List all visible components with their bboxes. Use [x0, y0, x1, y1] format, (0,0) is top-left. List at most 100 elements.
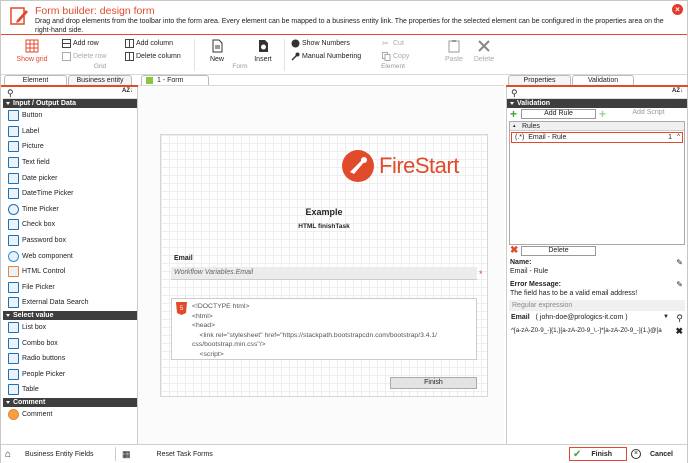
firestart-logo: FireStart — [341, 149, 459, 183]
delete-x-icon: ✖ — [510, 245, 519, 256]
toolbox-list: Input / Output Data Button Label Picture Tex… — [3, 99, 137, 422]
regex-input[interactable]: ^[a-zA-Z0-9_-]{1,}[a-zA-Z0-9_\.-]*[a-zA-… — [507, 326, 687, 339]
html-code-line: <!DOCTYPE html> — [192, 303, 250, 310]
form-group-label: Form — [232, 63, 248, 70]
form-builder-icon — [10, 7, 28, 25]
email-field[interactable]: Workflow Variables.Email — [171, 267, 477, 280]
add-rule-button[interactable]: Add Rule — [521, 109, 596, 119]
html-icon — [8, 266, 19, 278]
add-row-button[interactable]: Add row — [62, 39, 99, 48]
delete-rule-row: ✖ Delete — [507, 245, 687, 257]
delete-row-button[interactable]: Delete row — [62, 52, 106, 61]
show-numbers-button[interactable]: Show Numbers — [291, 39, 350, 48]
delete-label: Delete — [473, 56, 495, 63]
toolbox-section-header[interactable]: Select value — [3, 310, 137, 320]
toolbox-item-combo-box[interactable]: Combo box — [3, 335, 137, 351]
reset-task-forms-label: Reset Task Forms — [156, 450, 213, 458]
toolbox-item-table[interactable]: Table — [3, 382, 137, 398]
add-script-button[interactable]: Add Script — [612, 109, 685, 119]
toolbox-item-label: External Data Search — [22, 299, 89, 307]
delete-column-label: Delete column — [136, 53, 181, 60]
toolbox-item-list-box[interactable]: List box — [3, 320, 137, 336]
list-icon — [8, 322, 19, 334]
show-grid-button[interactable]: Show grid — [14, 39, 50, 63]
toolbox-item-file-picker[interactable]: File Picker — [3, 280, 137, 296]
toolbox-item-text-field[interactable]: Text field — [3, 155, 137, 171]
toolbox-item-label[interactable]: Label — [3, 124, 137, 140]
rule-number: 1 — [668, 134, 672, 141]
add-row-icon — [62, 39, 71, 48]
radio-icon — [8, 353, 19, 365]
combo-icon — [8, 337, 19, 349]
check-icon: ✔ — [573, 448, 582, 460]
delete-row-icon — [62, 52, 71, 61]
error-message-value: The field has to be a valid email addres… — [510, 290, 638, 297]
toolbox-item-label: Picture — [22, 143, 44, 151]
toolbox-item-label: Combo box — [22, 339, 58, 347]
file-icon — [8, 281, 19, 293]
add-column-button[interactable]: Add column — [125, 39, 173, 48]
new-document-icon — [212, 39, 223, 53]
chevron-up-icon[interactable]: ^ — [677, 133, 680, 142]
delete-rule-button[interactable]: Delete — [521, 246, 596, 256]
reset-task-forms-button[interactable]: ▦ Reset Task Forms — [122, 447, 213, 461]
form-tab-label: 1 - Form — [157, 77, 184, 84]
paste-button[interactable]: Paste — [443, 39, 465, 63]
business-entity-fields-button[interactable]: ⌂ Business Entity Fields — [5, 447, 94, 461]
toolbox-item-button[interactable]: Button — [3, 108, 137, 124]
toolbox-item-date-picker[interactable]: Date picker — [3, 170, 137, 186]
clock-icon — [8, 203, 19, 215]
cancel-button[interactable]: × Cancel — [631, 447, 673, 461]
toolbox-item-picture[interactable]: Picture — [3, 139, 137, 155]
copy-button[interactable]: Copy — [382, 52, 409, 61]
toolbox-section-header[interactable]: Comment — [3, 397, 137, 407]
html-code-line: <html> — [192, 312, 213, 320]
toolbox-item-external-data-search[interactable]: External Data Search — [3, 295, 137, 311]
search-icon[interactable]: ⚲ — [511, 88, 518, 99]
toolbox-item-radio-buttons[interactable]: Radio buttons — [3, 351, 137, 367]
new-button[interactable]: New — [206, 39, 228, 63]
delete-button[interactable]: Delete — [473, 39, 495, 63]
firestart-logo-icon — [342, 150, 374, 182]
manual-numbering-label: Manual Numbering — [302, 53, 362, 60]
toolbox-section-header[interactable]: Input / Output Data — [3, 99, 137, 108]
name-value: Email - Rule — [510, 268, 549, 275]
toolbox-item-html-control[interactable]: HTML Control — [3, 264, 137, 280]
pencil-icon[interactable]: ✎ — [676, 280, 683, 289]
toolbox-item-time-picker[interactable]: Time Picker — [3, 202, 137, 218]
center-tab-underline — [138, 85, 504, 86]
cut-label: Cut — [393, 40, 404, 47]
manual-numbering-button[interactable]: Manual Numbering — [291, 52, 361, 61]
html-control[interactable]: 5 <!DOCTYPE html> <html> <head> <link rel=… — [171, 298, 477, 360]
email-field-value: Workflow Variables.Email — [174, 269, 254, 276]
dropdown-arrow-icon[interactable]: ▼ — [663, 314, 669, 320]
toolbox-item-people-picker[interactable]: People Picker — [3, 367, 137, 383]
close-icon[interactable]: × — [672, 4, 683, 15]
clear-icon[interactable]: ✖ — [675, 326, 683, 337]
sort-az-icon[interactable]: AZ↓ — [672, 88, 683, 94]
insert-label: Insert — [254, 56, 272, 63]
rule-item-label: (.*) Email - Rule — [515, 134, 567, 141]
rule-item[interactable]: (.*) Email - Rule 1 ^ — [511, 132, 683, 143]
insert-button[interactable]: Insert — [250, 39, 276, 63]
finish-form-button[interactable]: Finish — [390, 377, 477, 389]
search-icon[interactable]: ⚲ — [7, 88, 14, 99]
ribbon-toolbar: Show grid Add row Delete row Add column … — [1, 35, 687, 75]
ribbon-separator — [194, 39, 195, 71]
cut-button[interactable]: ✂ Cut — [382, 39, 404, 48]
toolbox-item-web-component[interactable]: Web component — [3, 248, 137, 264]
toolbox-item-datetime-picker[interactable]: DateTime Picker — [3, 186, 137, 202]
wrench-icon — [291, 52, 300, 61]
pencil-icon[interactable]: ✎ — [676, 258, 683, 267]
toolbox-item-label: Web component — [22, 252, 73, 260]
delete-column-button[interactable]: Delete column — [125, 52, 181, 61]
finish-button[interactable]: ✔ Finish — [569, 447, 627, 461]
toolbox-item-comment[interactable]: Comment — [3, 407, 137, 423]
regex-field-select[interactable]: Email ( john-doe@prologics-it.com ) ▼ ⚲ — [507, 313, 687, 326]
toolbox-item-check-box[interactable]: Check box — [3, 217, 137, 233]
form-heading: Example — [305, 207, 343, 217]
toolbox-item-password-box[interactable]: Password box — [3, 233, 137, 249]
sort-az-icon[interactable]: AZ↓ — [122, 88, 133, 94]
search-icon[interactable]: ⚲ — [676, 313, 683, 324]
html-code-line: <head> — [192, 322, 216, 330]
